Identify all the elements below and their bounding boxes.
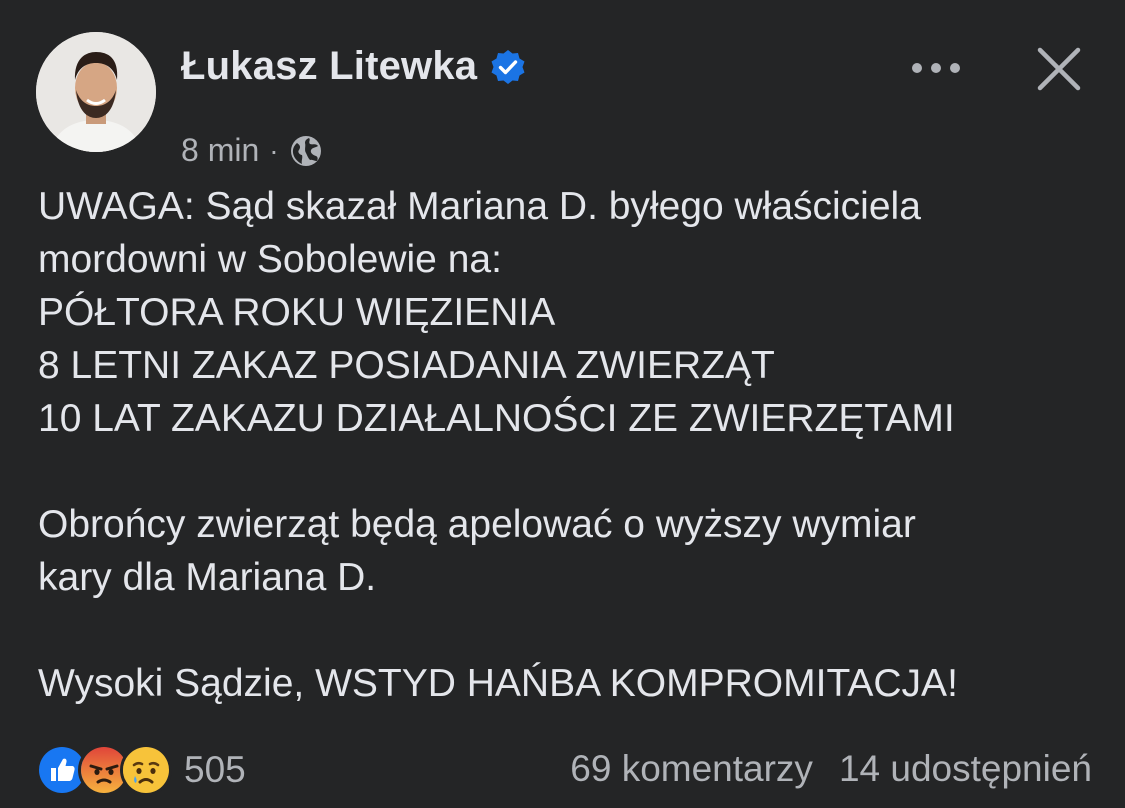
post-body: UWAGA: Sąd skazał Mariana D. byłego właś… [38, 180, 1098, 710]
post-time[interactable]: 8 min [181, 132, 259, 169]
close-button[interactable] [1032, 42, 1086, 96]
meta-separator: · [269, 134, 279, 166]
more-icon [912, 63, 960, 73]
comments-count-link[interactable]: 69 komentarzy [570, 748, 813, 790]
author-name[interactable]: Łukasz Litewka [181, 44, 477, 89]
sad-reaction-icon [120, 744, 172, 796]
reactions-summary[interactable]: 505 [36, 744, 246, 796]
globe-icon [289, 134, 323, 168]
post-paragraph: UWAGA: Sąd skazał Mariana D. byłego właś… [38, 185, 955, 440]
avatar[interactable] [36, 32, 156, 152]
post-footer: 505 69 komentarzy 14 udostępnień [36, 740, 1092, 800]
post-header: Łukasz Litewka 8 min · [36, 32, 1096, 168]
post-paragraph: Wysoki Sądzie, WSTYD HAŃBA KOMPROMITACJA… [38, 662, 958, 705]
verified-badge-icon [489, 48, 527, 86]
facebook-post: Łukasz Litewka 8 min · UWAGA: Sąd skazał… [0, 0, 1125, 808]
post-paragraph: Obrońcy zwierząt będą apelować o wyższy … [38, 503, 916, 599]
close-icon [1037, 47, 1081, 91]
post-meta: 8 min · [181, 132, 323, 169]
author-row: Łukasz Litewka [181, 44, 527, 89]
reaction-count[interactable]: 505 [184, 749, 246, 791]
more-options-button[interactable] [906, 48, 966, 88]
engagement-stats: 69 komentarzy 14 udostępnień [570, 748, 1092, 790]
shares-count-link[interactable]: 14 udostępnień [839, 748, 1092, 790]
